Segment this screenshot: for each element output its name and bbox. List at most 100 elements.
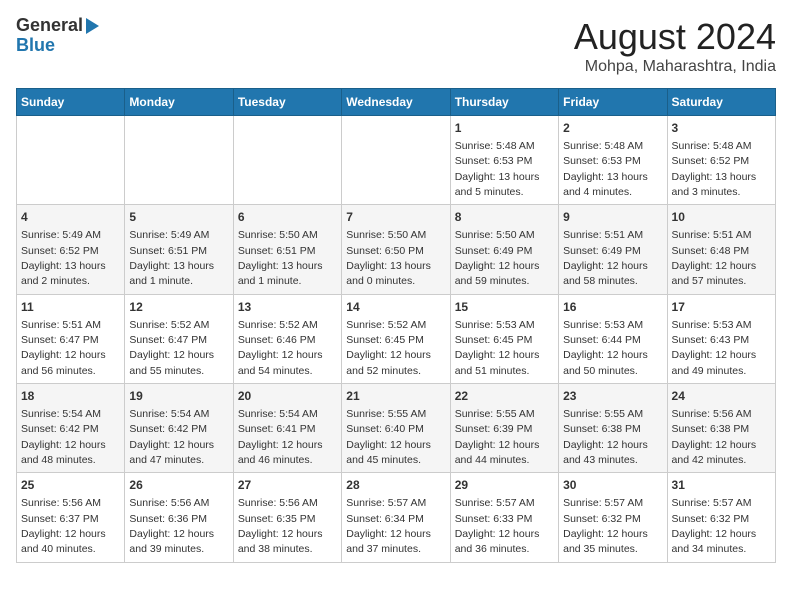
calendar-cell: 5 Sunrise: 5:49 AM Sunset: 6:51 PM Daylig…: [125, 205, 233, 294]
day-number: 4: [21, 209, 120, 226]
calendar-cell: 13 Sunrise: 5:52 AM Sunset: 6:46 PM Dayli…: [233, 294, 341, 383]
calendar-cell: 14 Sunrise: 5:52 AM Sunset: 6:45 PM Dayli…: [342, 294, 450, 383]
day-number: 8: [455, 209, 554, 226]
calendar-cell: 22 Sunrise: 5:55 AM Sunset: 6:39 PM Dayli…: [450, 384, 558, 473]
day-number: 1: [455, 120, 554, 137]
calendar-cell: 19Sunrise: 5:54 AM Sunset: 6:42 PM Dayli…: [125, 384, 233, 473]
calendar-cell: 1 Sunrise: 5:48 AM Sunset: 6:53 PM Daylig…: [450, 116, 558, 205]
calendar-subtitle: Mohpa, Maharashtra, India: [574, 58, 776, 76]
day-number: 19: [129, 388, 228, 405]
week-row-3: 11 Sunrise: 5:51 AM Sunset: 6:47 PM Dayli…: [17, 294, 776, 383]
day-info: Sunrise: 5:57 AM Sunset: 6:34 PM Dayligh…: [346, 497, 431, 555]
weekday-header-friday: Friday: [559, 89, 667, 116]
calendar-cell: 31 Sunrise: 5:57 AM Sunset: 6:32 PM Dayli…: [667, 473, 775, 562]
day-number: 31: [672, 477, 771, 494]
day-number: 18: [21, 388, 120, 405]
day-number: 28: [346, 477, 445, 494]
calendar-cell: 26Sunrise: 5:56 AM Sunset: 6:36 PM Dayli…: [125, 473, 233, 562]
day-number: 23: [563, 388, 662, 405]
day-number: 6: [238, 209, 337, 226]
day-number: 7: [346, 209, 445, 226]
day-info: Sunrise: 5:56 AM Sunset: 6:37 PM Dayligh…: [21, 497, 106, 555]
day-number: 17: [672, 299, 771, 316]
day-number: 21: [346, 388, 445, 405]
calendar-cell: [125, 116, 233, 205]
calendar-cell: 24 Sunrise: 5:56 AM Sunset: 6:38 PM Dayli…: [667, 384, 775, 473]
day-number: 13: [238, 299, 337, 316]
calendar-cell: 20 Sunrise: 5:54 AM Sunset: 6:41 PM Dayli…: [233, 384, 341, 473]
day-info: Sunrise: 5:55 AM Sunset: 6:39 PM Dayligh…: [455, 408, 540, 466]
day-info: Sunrise: 5:56 AM Sunset: 6:36 PM Dayligh…: [129, 497, 214, 555]
day-info: Sunrise: 5:53 AM Sunset: 6:44 PM Dayligh…: [563, 319, 648, 377]
weekday-header-thursday: Thursday: [450, 89, 558, 116]
calendar-cell: [17, 116, 125, 205]
page-header: General Blue August 2024 Mohpa, Maharash…: [16, 16, 776, 76]
calendar-cell: 16 Sunrise: 5:53 AM Sunset: 6:44 PM Dayli…: [559, 294, 667, 383]
day-info: Sunrise: 5:51 AM Sunset: 6:48 PM Dayligh…: [672, 229, 757, 287]
day-info: Sunrise: 5:49 AM Sunset: 6:52 PM Dayligh…: [21, 229, 106, 287]
day-info: Sunrise: 5:51 AM Sunset: 6:47 PM Dayligh…: [21, 319, 106, 377]
day-info: Sunrise: 5:50 AM Sunset: 6:49 PM Dayligh…: [455, 229, 540, 287]
calendar-cell: 12 Sunrise: 5:52 AM Sunset: 6:47 PM Dayli…: [125, 294, 233, 383]
calendar-cell: 15 Sunrise: 5:53 AM Sunset: 6:45 PM Dayli…: [450, 294, 558, 383]
day-info: Sunrise: 5:56 AM Sunset: 6:35 PM Dayligh…: [238, 497, 323, 555]
day-number: 20: [238, 388, 337, 405]
weekday-header-monday: Monday: [125, 89, 233, 116]
title-block: August 2024 Mohpa, Maharashtra, India: [574, 16, 776, 76]
day-info: Sunrise: 5:49 AM Sunset: 6:51 PM Dayligh…: [129, 229, 214, 287]
day-number: 5: [129, 209, 228, 226]
day-number: 14: [346, 299, 445, 316]
day-info: Sunrise: 5:48 AM Sunset: 6:52 PM Dayligh…: [672, 140, 757, 198]
calendar-cell: 3 Sunrise: 5:48 AM Sunset: 6:52 PM Daylig…: [667, 116, 775, 205]
week-row-2: 4 Sunrise: 5:49 AM Sunset: 6:52 PM Daylig…: [17, 205, 776, 294]
day-number: 9: [563, 209, 662, 226]
day-info: Sunrise: 5:57 AM Sunset: 6:33 PM Dayligh…: [455, 497, 540, 555]
day-number: 30: [563, 477, 662, 494]
week-row-5: 25 Sunrise: 5:56 AM Sunset: 6:37 PM Dayli…: [17, 473, 776, 562]
calendar-cell: 8 Sunrise: 5:50 AM Sunset: 6:49 PM Daylig…: [450, 205, 558, 294]
calendar-cell: 28 Sunrise: 5:57 AM Sunset: 6:34 PM Dayli…: [342, 473, 450, 562]
day-info: Sunrise: 5:52 AM Sunset: 6:47 PM Dayligh…: [129, 319, 214, 377]
calendar-cell: 23Sunrise: 5:55 AM Sunset: 6:38 PM Dayli…: [559, 384, 667, 473]
day-number: 24: [672, 388, 771, 405]
weekday-header-sunday: Sunday: [17, 89, 125, 116]
calendar-cell: 4 Sunrise: 5:49 AM Sunset: 6:52 PM Daylig…: [17, 205, 125, 294]
calendar-title: August 2024: [574, 16, 776, 58]
week-row-4: 18 Sunrise: 5:54 AM Sunset: 6:42 PM Dayli…: [17, 384, 776, 473]
day-info: Sunrise: 5:52 AM Sunset: 6:45 PM Dayligh…: [346, 319, 431, 377]
calendar-cell: 21 Sunrise: 5:55 AM Sunset: 6:40 PM Dayli…: [342, 384, 450, 473]
day-info: Sunrise: 5:57 AM Sunset: 6:32 PM Dayligh…: [672, 497, 757, 555]
day-number: 3: [672, 120, 771, 137]
day-info: Sunrise: 5:50 AM Sunset: 6:50 PM Dayligh…: [346, 229, 431, 287]
day-info: Sunrise: 5:54 AM Sunset: 6:41 PM Dayligh…: [238, 408, 323, 466]
day-number: 2: [563, 120, 662, 137]
calendar-cell: 27Sunrise: 5:56 AM Sunset: 6:35 PM Dayli…: [233, 473, 341, 562]
weekday-header-wednesday: Wednesday: [342, 89, 450, 116]
weekday-header-saturday: Saturday: [667, 89, 775, 116]
day-info: Sunrise: 5:53 AM Sunset: 6:45 PM Dayligh…: [455, 319, 540, 377]
calendar-cell: 30 Sunrise: 5:57 AM Sunset: 6:32 PM Dayli…: [559, 473, 667, 562]
day-info: Sunrise: 5:48 AM Sunset: 6:53 PM Dayligh…: [455, 140, 540, 198]
calendar-cell: 2Sunrise: 5:48 AM Sunset: 6:53 PM Daylig…: [559, 116, 667, 205]
day-number: 15: [455, 299, 554, 316]
day-number: 12: [129, 299, 228, 316]
day-info: Sunrise: 5:56 AM Sunset: 6:38 PM Dayligh…: [672, 408, 757, 466]
day-info: Sunrise: 5:54 AM Sunset: 6:42 PM Dayligh…: [21, 408, 106, 466]
day-info: Sunrise: 5:57 AM Sunset: 6:32 PM Dayligh…: [563, 497, 648, 555]
day-number: 11: [21, 299, 120, 316]
day-number: 29: [455, 477, 554, 494]
calendar-table: SundayMondayTuesdayWednesdayThursdayFrid…: [16, 88, 776, 563]
day-number: 16: [563, 299, 662, 316]
day-number: 25: [21, 477, 120, 494]
day-info: Sunrise: 5:52 AM Sunset: 6:46 PM Dayligh…: [238, 319, 323, 377]
day-info: Sunrise: 5:55 AM Sunset: 6:40 PM Dayligh…: [346, 408, 431, 466]
calendar-cell: [233, 116, 341, 205]
week-row-1: 1 Sunrise: 5:48 AM Sunset: 6:53 PM Daylig…: [17, 116, 776, 205]
day-number: 22: [455, 388, 554, 405]
calendar-cell: 7 Sunrise: 5:50 AM Sunset: 6:50 PM Daylig…: [342, 205, 450, 294]
weekday-header-tuesday: Tuesday: [233, 89, 341, 116]
calendar-cell: 29 Sunrise: 5:57 AM Sunset: 6:33 PM Dayli…: [450, 473, 558, 562]
logo-blue: Blue: [16, 36, 99, 56]
calendar-cell: 6Sunrise: 5:50 AM Sunset: 6:51 PM Daylig…: [233, 205, 341, 294]
day-info: Sunrise: 5:51 AM Sunset: 6:49 PM Dayligh…: [563, 229, 648, 287]
